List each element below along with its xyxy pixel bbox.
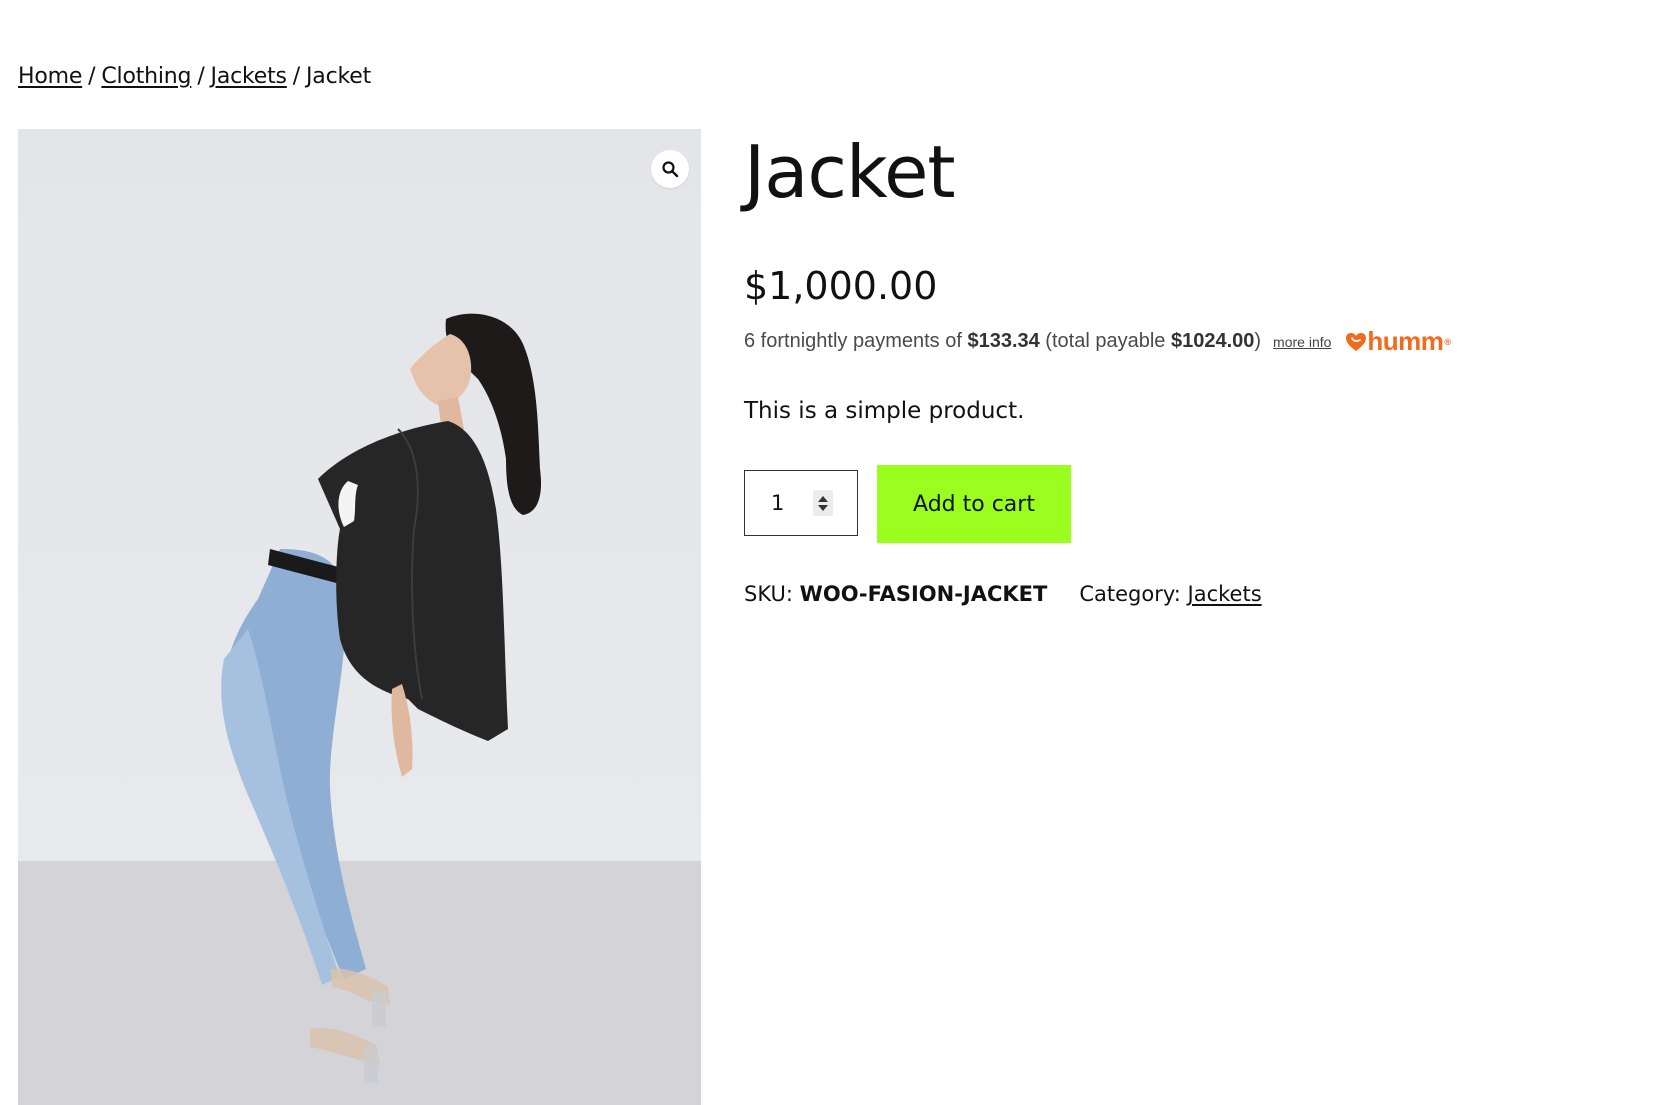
category-label: Category: — [1079, 582, 1181, 606]
humm-total: $1024.00 — [1170, 330, 1255, 352]
humm-more-info-link[interactable]: more info — [1273, 334, 1331, 350]
humm-logo[interactable]: humm ® — [1345, 326, 1451, 357]
photo-face — [410, 334, 472, 405]
breadcrumb-clothing[interactable]: Clothing — [101, 64, 191, 89]
humm-suffix: ) — [1254, 330, 1262, 352]
sku-wrapper: SKU: WOO-FASION-JACKET — [744, 582, 1047, 606]
breadcrumb-current: Jacket — [306, 64, 371, 89]
add-to-cart-button[interactable]: Add to cart — [877, 465, 1071, 543]
breadcrumb-separator: / — [292, 64, 301, 89]
magnifier-icon — [662, 161, 679, 178]
sku-value: WOO-FASION-JACKET — [799, 582, 1048, 606]
humm-installment: $133.34 — [967, 330, 1040, 352]
product-price: $1,000.00 — [744, 264, 938, 308]
breadcrumb-jackets[interactable]: Jackets — [211, 64, 287, 89]
zoom-button[interactable] — [651, 150, 689, 188]
category-wrapper: Category: Jackets — [1079, 582, 1261, 606]
humm-prefix: 6 fortnightly payments of — [744, 330, 968, 352]
breadcrumb-separator: / — [197, 64, 205, 89]
chevron-down-icon[interactable] — [818, 504, 828, 511]
breadcrumb-home[interactable]: Home — [18, 64, 82, 89]
chevron-up-icon[interactable] — [818, 495, 828, 502]
breadcrumb: Home / Clothing / Jackets / Jacket — [18, 64, 371, 89]
product-short-description: This is a simple product. — [744, 398, 1025, 424]
product-image-gallery[interactable] — [18, 129, 701, 1105]
humm-heart-icon — [1346, 332, 1367, 351]
quantity-spin-control[interactable] — [813, 490, 833, 516]
humm-mid: (total payable — [1039, 330, 1171, 352]
sku-label: SKU: — [744, 582, 793, 606]
humm-payment-widget: 6 fortnightly payments of $133.34 (total… — [744, 326, 1451, 357]
product-meta: SKU: WOO-FASION-JACKET Category: Jackets — [744, 582, 1262, 606]
breadcrumb-separator: / — [88, 64, 96, 89]
humm-logo-mark: ® — [1444, 336, 1451, 347]
product-title: Jacket — [744, 130, 956, 214]
category-link-jackets[interactable]: Jackets — [1188, 582, 1262, 606]
quantity-stepper[interactable]: 1 — [744, 470, 858, 536]
product-photo[interactable] — [18, 129, 701, 1105]
humm-logo-text: humm — [1367, 326, 1444, 356]
quantity-input[interactable]: 1 — [771, 491, 813, 515]
